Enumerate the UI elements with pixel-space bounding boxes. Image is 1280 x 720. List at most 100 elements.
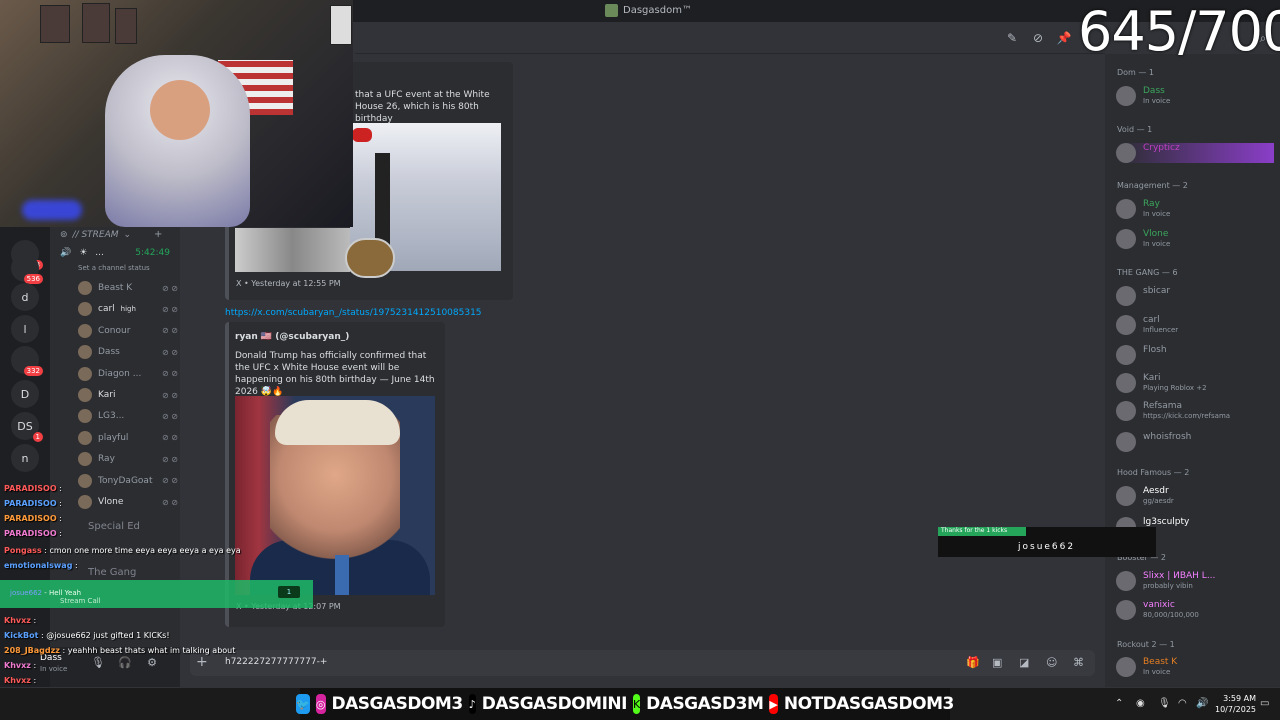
clock-date: 10/7/2025 bbox=[1215, 705, 1257, 714]
channel-header bbox=[355, 22, 1105, 54]
voice-category[interactable]: ⊚ // STREAM ⌄ bbox=[60, 230, 131, 240]
member-item[interactable]: sbicar bbox=[1116, 286, 1170, 306]
channel-the-gang[interactable]: The Gang bbox=[88, 567, 136, 578]
server-icon[interactable]: 536 bbox=[11, 254, 43, 284]
member-group-header: THE GANG — 6 bbox=[1117, 268, 1178, 277]
attach-plus-icon[interactable]: + bbox=[196, 654, 208, 670]
embed-2-author[interactable]: ryan 🇺🇸 (@scubaryan_) bbox=[235, 331, 349, 343]
avatar bbox=[1116, 315, 1136, 335]
chat-username: PARADISOO bbox=[4, 484, 57, 493]
voice-user[interactable]: Conour ⊘ ⊘ bbox=[78, 322, 178, 340]
member-item[interactable]: Ray In voice bbox=[1116, 199, 1170, 219]
voice-user[interactable]: Ray ⊘ ⊘ bbox=[78, 450, 178, 468]
tweet-link[interactable]: https://x.com/scubaryan_/status/19752314… bbox=[225, 308, 482, 318]
category-icon: ⊚ bbox=[60, 230, 68, 240]
add-channel-icon[interactable]: + bbox=[154, 229, 162, 240]
chat-message: KickBot : @josue662 just gifted 1 KICKs! bbox=[4, 631, 170, 640]
member-status: In voice bbox=[1143, 210, 1171, 218]
volume-icon[interactable]: 🔊 bbox=[1196, 698, 1208, 709]
notification-icon[interactable]: ▭ bbox=[1260, 698, 1269, 709]
emoji-icon[interactable]: ☺ bbox=[1046, 656, 1057, 669]
voice-user[interactable]: TonyDaGoat ⊘ ⊘ bbox=[78, 472, 178, 490]
tray-chevron-icon[interactable]: ⌃ bbox=[1115, 698, 1123, 709]
pin-icon[interactable]: 📌 bbox=[1056, 31, 1072, 45]
member-name: carl bbox=[1143, 315, 1160, 325]
voice-user[interactable]: LG3... ⊘ ⊘ bbox=[78, 407, 178, 425]
muted-icon: ⊘ ⊘ bbox=[162, 347, 178, 357]
member-item[interactable]: Aesdr gg/aesdr bbox=[1116, 486, 1174, 506]
sticker-icon[interactable]: ◪ bbox=[1019, 656, 1029, 669]
member-status: https://kick.com/refsama bbox=[1143, 412, 1231, 420]
server-icon[interactable]: DS 1 bbox=[11, 412, 43, 442]
app-icon bbox=[605, 4, 618, 17]
wifi-icon[interactable]: ◠ bbox=[1178, 698, 1187, 709]
member-name: sbicar bbox=[1143, 286, 1171, 296]
tray-app-icon[interactable]: ◉ bbox=[1136, 698, 1145, 709]
user-panel-status: In voice bbox=[40, 665, 68, 673]
voice-user[interactable]: Kari ⊘ ⊘ bbox=[78, 386, 178, 404]
chat-username: PARADISOO bbox=[4, 529, 57, 538]
member-group-header: Rockout 2 — 1 bbox=[1117, 640, 1175, 649]
voice-user[interactable]: playful ⊘ ⊘ bbox=[78, 429, 178, 447]
member-item[interactable]: Dass In voice bbox=[1116, 86, 1170, 106]
muted-icon: ⊘ ⊘ bbox=[162, 283, 178, 293]
voice-user-name: Vlone bbox=[98, 497, 124, 507]
member-item[interactable]: Kari Playing Roblox +2 bbox=[1116, 373, 1207, 393]
member-item[interactable]: Refsama https://kick.com/refsama bbox=[1116, 401, 1230, 421]
member-name: Kari bbox=[1143, 373, 1161, 383]
avatar bbox=[1116, 373, 1136, 393]
member-item[interactable]: Crypticz bbox=[1116, 143, 1274, 163]
chat-username: KickBot bbox=[4, 631, 39, 640]
voice-user[interactable]: carl high ⊘ ⊘ bbox=[78, 300, 178, 318]
server-icon[interactable]: n bbox=[11, 444, 39, 472]
chat-text: : yeahhh beast thats what im talking abo… bbox=[62, 646, 236, 655]
member-item[interactable]: Flosh bbox=[1116, 345, 1167, 365]
chat-text: : bbox=[59, 484, 62, 493]
headphones-icon[interactable]: 🎧 bbox=[118, 656, 132, 669]
member-status: In voice bbox=[1143, 668, 1171, 676]
avatar bbox=[1116, 199, 1136, 219]
clock-time: 3:59 AM bbox=[1223, 694, 1257, 703]
voice-user[interactable]: Dass ⊘ ⊘ bbox=[78, 343, 178, 361]
voice-user[interactable]: Diagon ... ⊘ ⊘ bbox=[78, 365, 178, 383]
window-title-text: Dasgasdom™ bbox=[623, 5, 692, 16]
chat-text: : bbox=[59, 529, 62, 538]
voice-user[interactable]: Beast K ⊘ ⊘ bbox=[78, 279, 178, 297]
voice-user[interactable]: Vlone ⊘ ⊘ bbox=[78, 493, 178, 511]
stream-voice-channel[interactable]: 🔊 ☀ ... 5:42:49 bbox=[60, 248, 170, 258]
message-input[interactable]: h722227277777777-+ bbox=[225, 657, 327, 667]
chat-text: : bbox=[33, 676, 37, 685]
member-item[interactable]: carl Influencer bbox=[1116, 315, 1178, 335]
gift-icon[interactable]: 🎁 bbox=[966, 656, 980, 669]
member-item[interactable]: Slixx | ИВАН L... probably vibin bbox=[1116, 571, 1215, 591]
chat-message: Khvxz : bbox=[4, 661, 36, 670]
threads-icon[interactable]: ✎ bbox=[1004, 31, 1020, 45]
member-name: whoisfrosh bbox=[1143, 432, 1192, 442]
member-status: Playing Roblox +2 bbox=[1143, 384, 1207, 392]
channel-status[interactable]: Set a channel status bbox=[78, 264, 150, 272]
chat-username: PARADISOO bbox=[4, 499, 57, 508]
taskbar-clock[interactable]: 3:59 AM 10/7/2025 bbox=[1215, 693, 1256, 715]
channel-special-ed[interactable]: Special Ed bbox=[88, 521, 140, 532]
member-name: Refsama bbox=[1143, 401, 1183, 411]
apps-icon[interactable]: ⌘ bbox=[1073, 656, 1084, 669]
server-icon[interactable]: l bbox=[11, 315, 39, 343]
microphone-icon[interactable]: 🎙 bbox=[91, 656, 105, 669]
member-item[interactable]: Vlone In voice bbox=[1116, 229, 1170, 249]
member-item[interactable]: vanixic 80,000/100,000 bbox=[1116, 600, 1199, 620]
server-icon[interactable]: d bbox=[11, 283, 39, 311]
goal-counter: 645/700 bbox=[1078, 0, 1280, 63]
voice-user-name: LG3... bbox=[98, 411, 125, 422]
server-badge: 1 bbox=[32, 432, 43, 442]
muted-icon: ⊘ ⊘ bbox=[162, 369, 178, 379]
avatar bbox=[1116, 600, 1136, 620]
mute-notifications-icon[interactable]: ⊘ bbox=[1030, 31, 1046, 45]
tray-mic-icon[interactable]: 🎙 bbox=[1158, 698, 1171, 709]
member-item[interactable]: whoisfrosh bbox=[1116, 432, 1191, 452]
server-icon[interactable]: 332 bbox=[11, 346, 43, 376]
settings-gear-icon[interactable]: ⚙ bbox=[145, 656, 159, 669]
tiktok-icon: ♪ bbox=[468, 694, 476, 714]
server-icon[interactable]: D bbox=[11, 380, 39, 408]
member-item[interactable]: Beast K In voice bbox=[1116, 657, 1177, 677]
gif-icon[interactable]: ▣ bbox=[992, 656, 1002, 669]
